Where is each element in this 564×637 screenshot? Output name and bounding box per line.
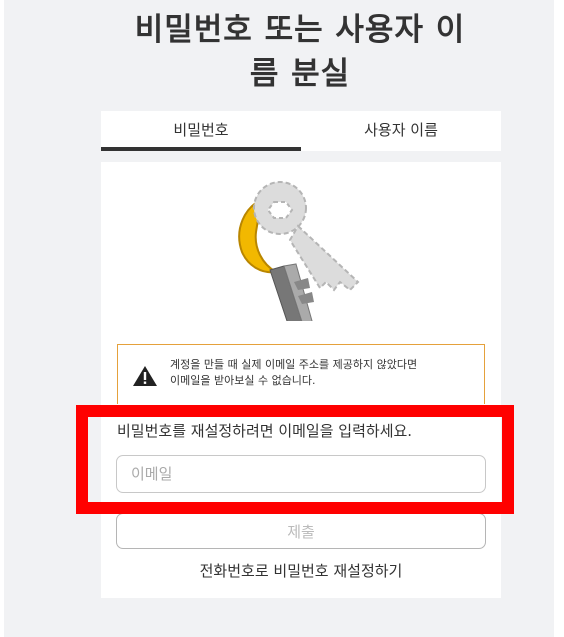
tab-username[interactable]: 사용자 이름 <box>301 111 501 151</box>
warning-icon <box>133 366 157 386</box>
notice-line-1: 계정을 만들 때 실제 이메일 주소를 제공하지 않았다면 <box>170 358 418 371</box>
page-title-line-1: 비밀번호 또는 사용자 이 <box>134 12 466 48</box>
recovery-card: 계정을 만들 때 실제 이메일 주소를 제공하지 않았다면 이메일을 받아보실 … <box>101 162 501 598</box>
phone-reset-link[interactable]: 전화번호로 비밀번호 재설정하기 <box>101 560 501 581</box>
tab-username-label: 사용자 이름 <box>364 121 438 139</box>
tab-password[interactable]: 비밀번호 <box>101 111 301 151</box>
tab-password-label: 비밀번호 <box>173 121 229 139</box>
notice-line-2: 이메일을 받아보실 수 없습니다. <box>170 374 316 387</box>
email-prompt: 비밀번호를 재설정하려면 이메일을 입력하세요. <box>117 422 413 440</box>
recovery-tabs: 비밀번호 사용자 이름 <box>101 111 501 151</box>
page-title: 비밀번호 또는 사용자 이 름 분실 <box>0 8 564 96</box>
email-input[interactable] <box>116 455 486 493</box>
email-notice: 계정을 만들 때 실제 이메일 주소를 제공하지 않았다면 이메일을 받아보실 … <box>117 344 485 404</box>
submit-button[interactable]: 제출 <box>116 513 486 549</box>
active-tab-underline <box>101 147 301 151</box>
broken-key-icon <box>238 181 360 321</box>
notice-text: 계정을 만들 때 실제 이메일 주소를 제공하지 않았다면 이메일을 받아보실 … <box>170 357 480 389</box>
page-title-line-2: 름 분실 <box>249 56 351 92</box>
